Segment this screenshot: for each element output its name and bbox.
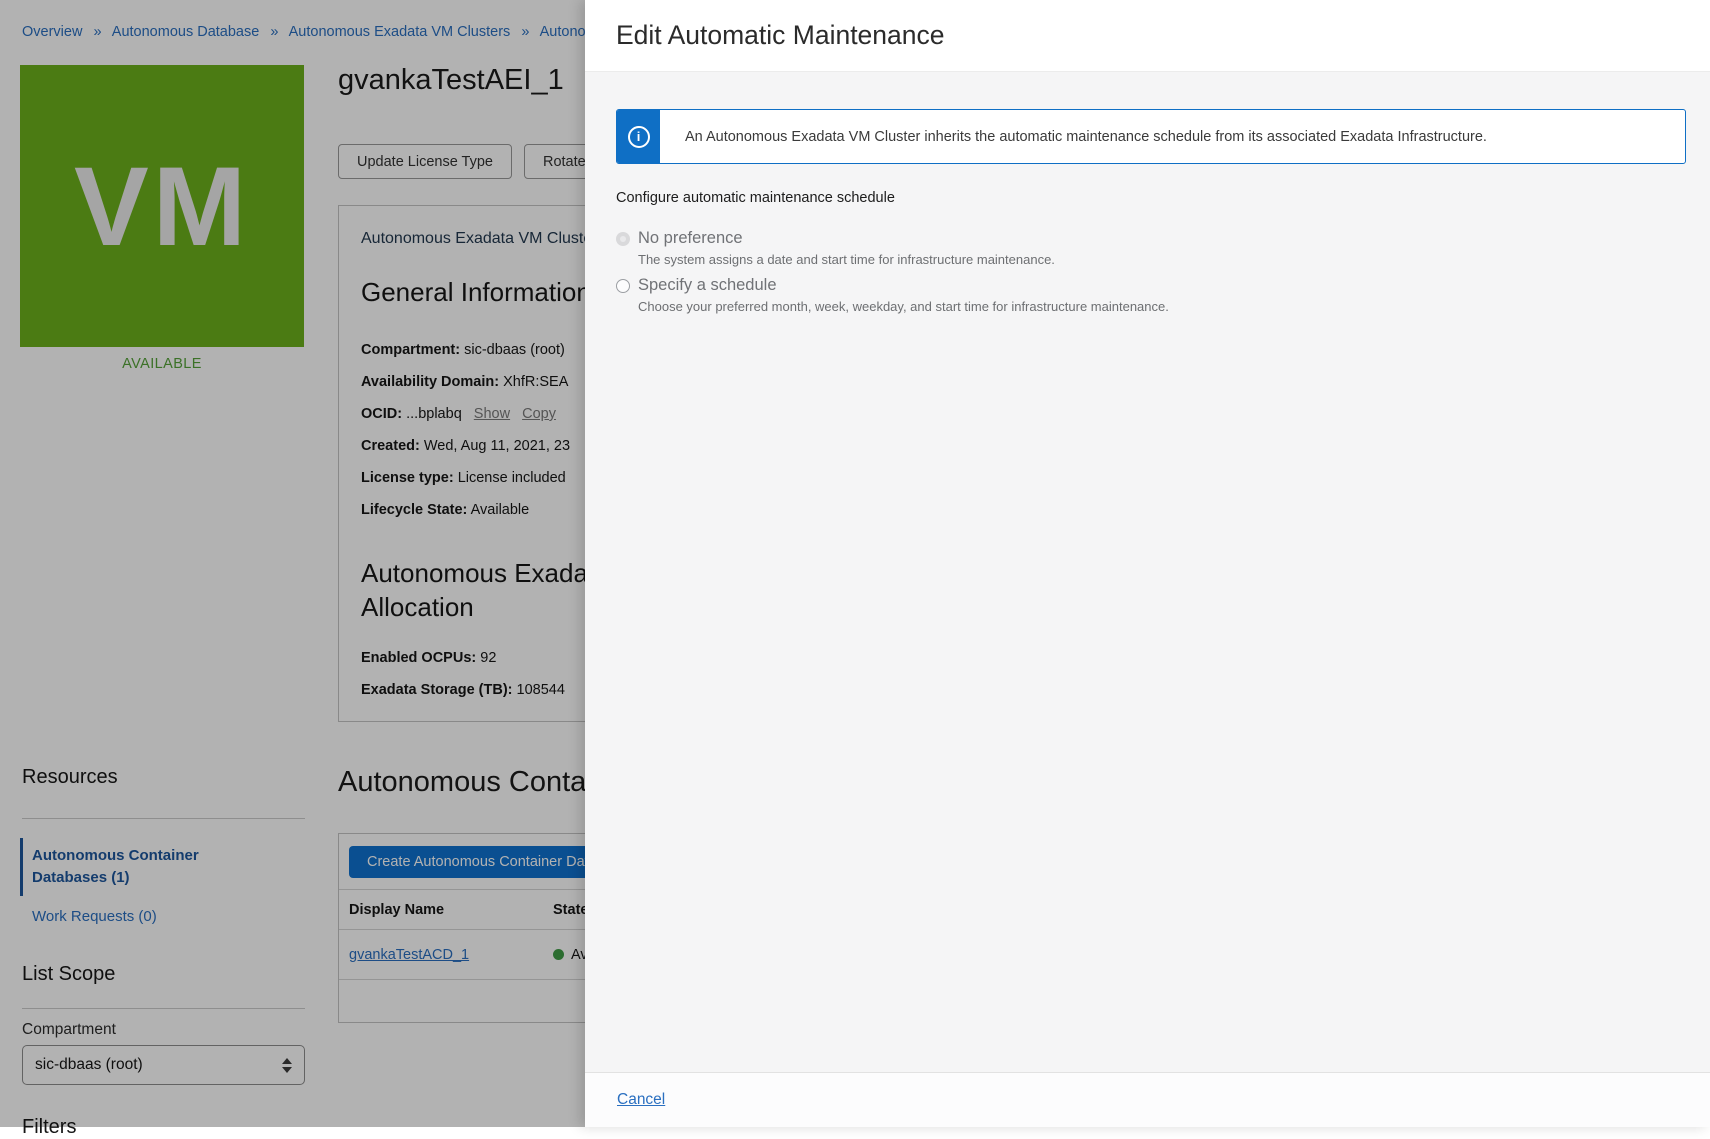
radio-specify-schedule[interactable] xyxy=(616,278,630,293)
cancel-button[interactable]: Cancel xyxy=(617,1091,665,1109)
edit-automatic-maintenance-panel: Edit Automatic Maintenance An Autonomous… xyxy=(585,0,1710,1127)
info-banner: An Autonomous Exadata VM Cluster inherit… xyxy=(616,109,1686,164)
info-icon-cell xyxy=(617,110,660,163)
configure-schedule-label: Configure automatic maintenance schedule xyxy=(616,190,895,206)
panel-header: Edit Automatic Maintenance xyxy=(585,0,1710,72)
option-no-preference: No preference The system assigns a date … xyxy=(616,229,1055,267)
info-banner-text: An Autonomous Exadata VM Cluster inherit… xyxy=(685,128,1487,145)
panel-footer: Cancel xyxy=(585,1072,1710,1127)
option-description: The system assigns a date and start time… xyxy=(638,252,1055,267)
option-label: Specify a schedule xyxy=(638,276,777,294)
option-specify-schedule: Specify a schedule Choose your preferred… xyxy=(616,276,1169,314)
panel-title: Edit Automatic Maintenance xyxy=(616,20,945,50)
radio-no-preference[interactable] xyxy=(616,231,630,246)
option-description: Choose your preferred month, week, weekd… xyxy=(638,299,1169,314)
option-label: No preference xyxy=(638,229,743,247)
info-icon xyxy=(627,125,650,148)
